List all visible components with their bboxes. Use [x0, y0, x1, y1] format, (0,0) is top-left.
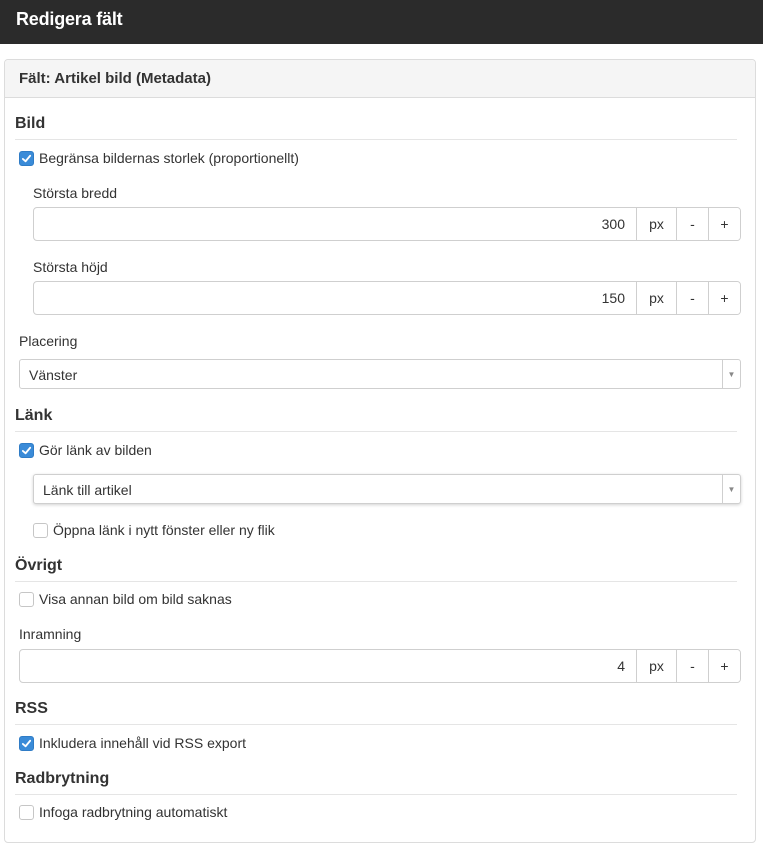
max-height-field: 150 px - + [33, 281, 741, 315]
max-width-label: Största bredd [33, 185, 118, 201]
make-link-label: Gör länk av bilden [39, 442, 152, 458]
placement-label: Placering [19, 333, 78, 349]
check-icon [21, 154, 32, 162]
max-width-field: 300 px - + [33, 207, 741, 241]
max-height-unit: px [636, 282, 676, 314]
section-title-ovrigt: Övrigt [15, 557, 737, 582]
new-window-checkbox-row[interactable]: Öppna länk i nytt fönster eller ny flik [33, 520, 275, 540]
section-title-lank: Länk [15, 407, 737, 432]
limit-size-label: Begränsa bildernas storlek (proportionel… [39, 150, 299, 166]
max-width-unit: px [636, 208, 676, 240]
rss-include-checkbox[interactable] [19, 735, 34, 751]
section-title-bild: Bild [15, 115, 737, 140]
auto-linebreak-label: Infoga radbrytning automatiskt [39, 804, 228, 820]
max-height-increment-button[interactable]: + [708, 282, 740, 314]
max-height-input[interactable]: 150 [34, 282, 636, 314]
limit-size-checkbox[interactable] [19, 150, 34, 166]
frame-input[interactable]: 4 [20, 650, 636, 682]
max-height-decrement-button[interactable]: - [676, 282, 708, 314]
rss-include-label: Inkludera innehåll vid RSS export [39, 735, 247, 751]
rss-include-checkbox-row[interactable]: Inkludera innehåll vid RSS export [19, 733, 246, 753]
max-height-label: Största höjd [33, 259, 108, 275]
make-link-checkbox-row[interactable]: Gör länk av bilden [19, 440, 152, 460]
placement-value: Vänster [29, 367, 78, 383]
make-link-checkbox[interactable] [19, 442, 34, 458]
alt-image-label: Visa annan bild om bild saknas [39, 591, 232, 607]
new-window-label: Öppna länk i nytt fönster eller ny flik [53, 522, 275, 538]
placement-select[interactable]: Vänster ▼ [19, 359, 741, 389]
frame-field: 4 px - + [19, 649, 741, 683]
frame-label: Inramning [19, 626, 82, 642]
max-width-decrement-button[interactable]: - [676, 208, 708, 240]
limit-size-checkbox-row[interactable]: Begränsa bildernas storlek (proportionel… [19, 148, 299, 168]
alt-image-checkbox-row[interactable]: Visa annan bild om bild saknas [19, 589, 232, 609]
auto-linebreak-checkbox-row[interactable]: Infoga radbrytning automatiskt [19, 802, 227, 822]
caret-down-icon: ▼ [722, 475, 740, 503]
check-icon [21, 739, 32, 747]
section-title-radbrytning: Radbrytning [15, 770, 737, 795]
link-target-select[interactable]: Länk till artikel ▼ [33, 474, 741, 504]
panel-heading: Fält: Artikel bild (Metadata) [5, 60, 755, 98]
section-title-rss: RSS [15, 700, 737, 725]
new-window-checkbox[interactable] [33, 522, 48, 538]
frame-unit: px [636, 650, 676, 682]
auto-linebreak-checkbox[interactable] [19, 804, 34, 820]
caret-down-icon: ▼ [722, 360, 740, 388]
check-icon [21, 446, 32, 454]
max-width-input[interactable]: 300 [34, 208, 636, 240]
link-target-value: Länk till artikel [43, 482, 132, 498]
max-width-increment-button[interactable]: + [708, 208, 740, 240]
alt-image-checkbox[interactable] [19, 591, 34, 607]
frame-increment-button[interactable]: + [708, 650, 740, 682]
window-title: Redigera fält [0, 0, 763, 44]
frame-decrement-button[interactable]: - [676, 650, 708, 682]
